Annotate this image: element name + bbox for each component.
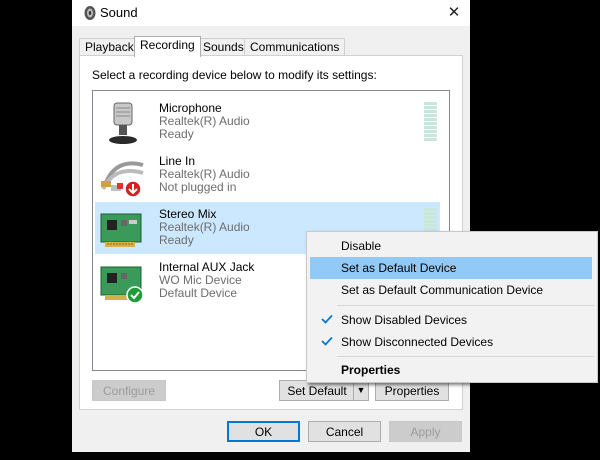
menu-item-label: Properties bbox=[341, 363, 401, 377]
cancel-button[interactable]: Cancel bbox=[308, 421, 381, 442]
set-default-button[interactable]: Set Default bbox=[279, 380, 355, 401]
tab-recording[interactable]: Recording bbox=[134, 36, 201, 57]
default-device-check-badge bbox=[126, 286, 144, 304]
device-driver: WO Mic Device bbox=[159, 273, 242, 287]
sound-card-icon bbox=[100, 213, 142, 247]
chevron-down-icon: ▼ bbox=[356, 385, 366, 395]
microphone-icon bbox=[109, 102, 137, 144]
title-bar[interactable]: Sound ✕ bbox=[72, 0, 470, 26]
menu-item-label: Disable bbox=[341, 239, 382, 253]
device-status: Default Device bbox=[159, 286, 238, 300]
device-item-line-in[interactable]: Line In Realtek(R) Audio Not plugged in bbox=[95, 149, 440, 201]
level-meter bbox=[424, 102, 437, 142]
menu-item-label: Set as Default Device bbox=[341, 261, 457, 275]
speaker-app-icon bbox=[84, 6, 96, 20]
menu-item-show-disabled-devices[interactable]: Show Disabled Devices bbox=[310, 309, 592, 331]
close-icon: ✕ bbox=[447, 4, 461, 21]
context-menu: Disable Set as Default Device Set as Def… bbox=[306, 231, 598, 383]
menu-separator bbox=[337, 305, 594, 306]
menu-item-label: Set as Default Communication Device bbox=[341, 283, 544, 297]
menu-item-disable[interactable]: Disable bbox=[310, 235, 592, 257]
device-name: Microphone bbox=[159, 101, 222, 115]
device-item-microphone[interactable]: Microphone Realtek(R) Audio Ready bbox=[95, 96, 440, 148]
menu-separator bbox=[337, 356, 594, 357]
ok-button[interactable]: OK bbox=[227, 421, 300, 442]
device-name: Stereo Mix bbox=[159, 207, 217, 221]
device-status: Ready bbox=[159, 233, 194, 247]
checkmark-icon bbox=[321, 336, 333, 346]
menu-item-set-default-device[interactable]: Set as Default Device bbox=[310, 257, 592, 279]
line-in-cable-icon bbox=[101, 161, 144, 198]
close-button[interactable]: ✕ bbox=[438, 0, 470, 26]
properties-button[interactable]: Properties bbox=[375, 380, 449, 401]
device-name: Line In bbox=[159, 154, 196, 168]
tab-sounds[interactable]: Sounds bbox=[197, 38, 250, 56]
menu-item-set-default-communication-device[interactable]: Set as Default Communication Device bbox=[310, 279, 592, 301]
menu-item-properties[interactable]: Properties bbox=[310, 359, 592, 381]
sound-dialog: Sound ✕ Playback Recording Sounds Commun… bbox=[72, 0, 470, 452]
device-driver: Realtek(R) Audio bbox=[159, 167, 250, 181]
menu-item-label: Show Disabled Devices bbox=[341, 313, 468, 327]
set-default-dropdown-arrow[interactable]: ▼ bbox=[353, 380, 369, 401]
device-name: Internal AUX Jack bbox=[159, 260, 255, 274]
menu-item-label: Show Disconnected Devices bbox=[341, 335, 494, 349]
configure-button[interactable]: Configure bbox=[92, 380, 166, 401]
device-status: Not plugged in bbox=[159, 180, 237, 194]
device-status: Ready bbox=[159, 127, 194, 141]
checkmark-icon bbox=[321, 314, 333, 324]
sound-card-icon bbox=[100, 266, 144, 304]
instruction-text: Select a recording device below to modif… bbox=[92, 68, 377, 82]
menu-item-show-disconnected-devices[interactable]: Show Disconnected Devices bbox=[310, 331, 592, 353]
device-driver: Realtek(R) Audio bbox=[159, 114, 250, 128]
tab-communications[interactable]: Communications bbox=[244, 38, 346, 56]
tab-playback[interactable]: Playback bbox=[79, 38, 140, 56]
apply-button[interactable]: Apply bbox=[389, 421, 462, 442]
device-driver: Realtek(R) Audio bbox=[159, 220, 250, 234]
window-title: Sound bbox=[100, 5, 138, 20]
